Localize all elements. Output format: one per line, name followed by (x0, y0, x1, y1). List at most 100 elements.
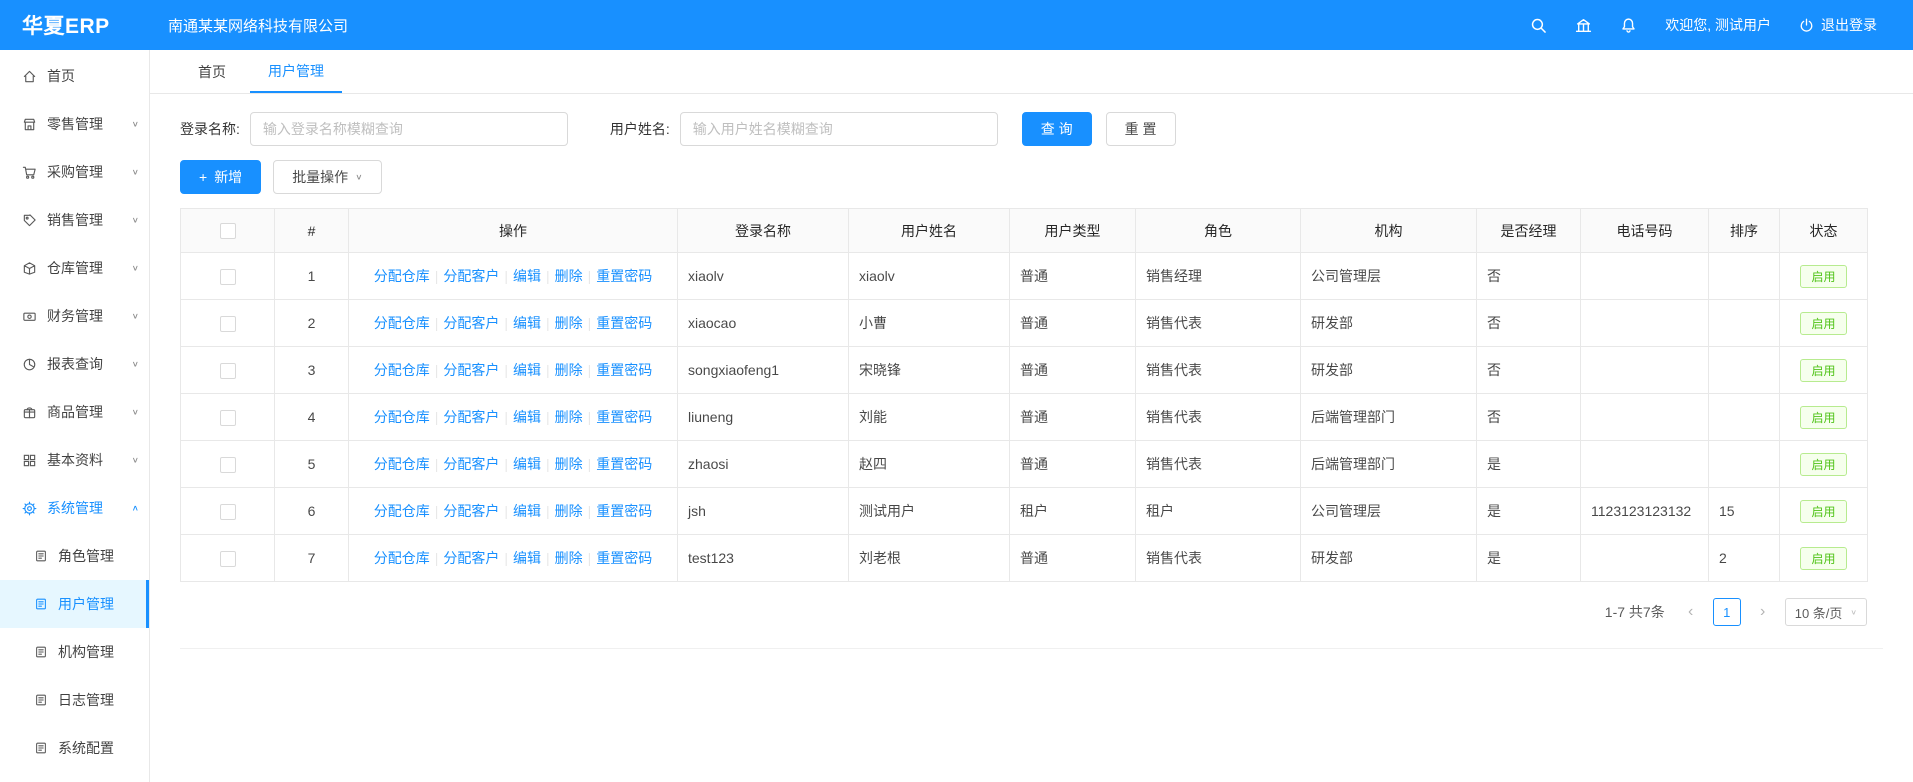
cell-sort (1709, 394, 1780, 441)
assign-customer-link[interactable]: 分配客户 (443, 268, 499, 284)
row-checkbox[interactable] (220, 410, 236, 426)
sidebar-item-system-config[interactable]: 系统配置 (0, 724, 149, 772)
divider: | (504, 409, 508, 425)
sidebar-item-sale[interactable]: 销售管理 ∨ (0, 196, 149, 244)
reset-password-link[interactable]: 重置密码 (596, 268, 652, 284)
edit-link[interactable]: 编辑 (513, 315, 541, 331)
user-name-input[interactable] (680, 112, 998, 146)
app-logo[interactable]: 华夏ERP (0, 10, 150, 40)
assign-warehouse-link[interactable]: 分配仓库 (374, 409, 430, 425)
row-checkbox[interactable] (220, 269, 236, 285)
divider: | (546, 315, 550, 331)
grid-icon (22, 453, 37, 468)
table-row: 5 分配仓库|分配客户|编辑|删除|重置密码 zhaosi 赵四 普通 销售代表… (181, 441, 1868, 488)
assign-customer-link[interactable]: 分配客户 (443, 315, 499, 331)
assign-warehouse-link[interactable]: 分配仓库 (374, 362, 430, 378)
assign-warehouse-link[interactable]: 分配仓库 (374, 315, 430, 331)
reset-password-link[interactable]: 重置密码 (596, 456, 652, 472)
delete-link[interactable]: 删除 (555, 268, 583, 284)
sidebar-item-log-management[interactable]: 日志管理 (0, 676, 149, 724)
reset-password-link[interactable]: 重置密码 (596, 409, 652, 425)
sidebar-item-user-management[interactable]: 用户管理 (0, 580, 149, 628)
row-actions: 分配仓库|分配客户|编辑|删除|重置密码 (349, 394, 678, 441)
login-name-label: 登录名称: (180, 119, 240, 139)
current-page-button[interactable]: 1 (1713, 598, 1741, 626)
divider: | (435, 362, 439, 378)
sidebar-item-goods[interactable]: 商品管理 ∨ (0, 388, 149, 436)
chevron-down-icon: ∨ (355, 173, 362, 182)
status-badge: 启用 (1800, 406, 1846, 429)
search-icon[interactable] (1530, 17, 1547, 34)
edit-link[interactable]: 编辑 (513, 362, 541, 378)
edit-link[interactable]: 编辑 (513, 409, 541, 425)
prev-page-button[interactable]: ‹ (1677, 598, 1705, 626)
row-checkbox[interactable] (220, 551, 236, 567)
cell-organization: 后端管理部门 (1301, 441, 1477, 488)
sidebar-item-report[interactable]: 报表查询 ∨ (0, 340, 149, 388)
reset-password-link[interactable]: 重置密码 (596, 315, 652, 331)
row-actions: 分配仓库|分配客户|编辑|删除|重置密码 (349, 347, 678, 394)
sidebar-item-organization-management[interactable]: 机构管理 (0, 628, 149, 676)
login-name-input[interactable] (250, 112, 568, 146)
delete-link[interactable]: 删除 (555, 315, 583, 331)
page-size-select[interactable]: 10 条/页 ∨ (1785, 598, 1867, 626)
reset-button[interactable]: 重 置 (1106, 112, 1176, 146)
assign-customer-link[interactable]: 分配客户 (443, 362, 499, 378)
assign-warehouse-link[interactable]: 分配仓库 (374, 503, 430, 519)
delete-link[interactable]: 删除 (555, 550, 583, 566)
sidebar-item-role-management[interactable]: 角色管理 (0, 532, 149, 580)
row-checkbox[interactable] (220, 457, 236, 473)
assign-customer-link[interactable]: 分配客户 (443, 503, 499, 519)
table-row: 4 分配仓库|分配客户|编辑|删除|重置密码 liuneng 刘能 普通 销售代… (181, 394, 1868, 441)
assign-customer-link[interactable]: 分配客户 (443, 550, 499, 566)
chevron-down-icon: ∨ (132, 360, 139, 369)
delete-link[interactable]: 删除 (555, 362, 583, 378)
reset-password-link[interactable]: 重置密码 (596, 503, 652, 519)
tab-home[interactable]: 首页 (180, 50, 244, 93)
row-checkbox[interactable] (220, 504, 236, 520)
row-checkbox[interactable] (220, 316, 236, 332)
logout-label: 退出登录 (1821, 15, 1877, 35)
assign-customer-link[interactable]: 分配客户 (443, 409, 499, 425)
sidebar-item-system[interactable]: 系统管理 ∧ (0, 484, 149, 532)
column-header-phone: 电话号码 (1581, 209, 1709, 253)
bell-icon[interactable] (1620, 17, 1637, 34)
delete-link[interactable]: 删除 (555, 503, 583, 519)
next-page-button[interactable]: › (1749, 598, 1777, 626)
row-checkbox[interactable] (220, 363, 236, 379)
cell-usertype: 普通 (1010, 300, 1136, 347)
query-button[interactable]: 查 询 (1022, 112, 1092, 146)
status-badge: 启用 (1800, 547, 1846, 570)
cell-role: 销售代表 (1136, 347, 1301, 394)
divider: | (435, 315, 439, 331)
sidebar-item-retail[interactable]: 零售管理 ∨ (0, 100, 149, 148)
divider: | (546, 268, 550, 284)
top-header: 华夏ERP 南通某某网络科技有限公司 欢迎您, 测试用户 退出登录 (0, 0, 1913, 50)
tab-user-management[interactable]: 用户管理 (250, 50, 342, 93)
edit-link[interactable]: 编辑 (513, 456, 541, 472)
delete-link[interactable]: 删除 (555, 456, 583, 472)
reset-password-link[interactable]: 重置密码 (596, 362, 652, 378)
tab-bar: 首页 用户管理 (150, 50, 1913, 94)
sidebar-item-finance[interactable]: 财务管理 ∨ (0, 292, 149, 340)
select-all-checkbox[interactable] (220, 223, 236, 239)
cell-organization: 研发部 (1301, 535, 1477, 582)
edit-link[interactable]: 编辑 (513, 268, 541, 284)
edit-link[interactable]: 编辑 (513, 550, 541, 566)
sidebar-item-purchase[interactable]: 采购管理 ∨ (0, 148, 149, 196)
assign-warehouse-link[interactable]: 分配仓库 (374, 456, 430, 472)
assign-customer-link[interactable]: 分配客户 (443, 456, 499, 472)
edit-link[interactable]: 编辑 (513, 503, 541, 519)
delete-link[interactable]: 删除 (555, 409, 583, 425)
reset-password-link[interactable]: 重置密码 (596, 550, 652, 566)
sidebar-item-warehouse[interactable]: 仓库管理 ∨ (0, 244, 149, 292)
sidebar-item-base-data[interactable]: 基本资料 ∨ (0, 436, 149, 484)
cell-username: 测试用户 (849, 488, 1010, 535)
batch-operations-button[interactable]: 批量操作 ∨ (273, 160, 381, 194)
building-icon[interactable] (1575, 17, 1592, 34)
logout-button[interactable]: 退出登录 (1799, 15, 1877, 35)
assign-warehouse-link[interactable]: 分配仓库 (374, 550, 430, 566)
add-button[interactable]: + 新增 (180, 160, 261, 194)
assign-warehouse-link[interactable]: 分配仓库 (374, 268, 430, 284)
sidebar-item-home[interactable]: 首页 (0, 52, 149, 100)
